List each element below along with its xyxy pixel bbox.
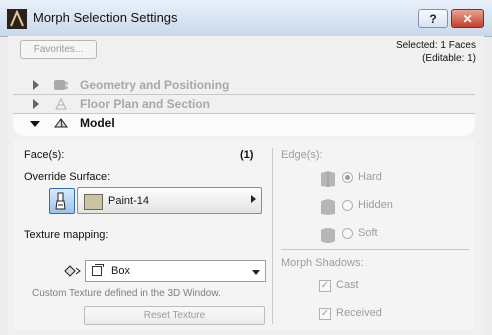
help-button[interactable]: ? xyxy=(418,9,448,28)
override-surface-label: Override Surface: xyxy=(24,171,111,183)
edge-label-soft: Soft xyxy=(358,227,378,239)
paint-brush-icon xyxy=(55,192,66,210)
texture-mapping-icon xyxy=(62,263,82,279)
section-label: Geometry and Positioning xyxy=(80,78,230,92)
section-floor-plan-and-section[interactable]: Floor Plan and Section xyxy=(13,95,475,114)
texture-mapping-label: Texture mapping: xyxy=(24,229,109,241)
model-icon xyxy=(53,116,69,130)
override-surface-toggle-button[interactable] xyxy=(49,188,75,214)
cast-shadow-label: Cast xyxy=(336,279,359,291)
hard-edge-icon xyxy=(320,170,336,188)
section-label: Model xyxy=(80,116,115,130)
received-shadow-label: Received xyxy=(336,307,382,319)
expand-arrow-icon xyxy=(33,99,39,109)
edge-radio-hidden[interactable] xyxy=(342,200,353,211)
texture-mapping-value: Box xyxy=(111,265,130,277)
faces-count: (1) xyxy=(240,149,254,161)
section-model[interactable]: Model xyxy=(13,114,475,136)
custom-texture-note: Custom Texture defined in the 3D Window. xyxy=(32,288,221,299)
collapse-arrow-icon xyxy=(30,121,40,127)
close-icon: ✕ xyxy=(462,11,473,26)
section-geometry-and-positioning[interactable]: Geometry and Positioning xyxy=(13,76,475,95)
help-icon: ? xyxy=(429,11,437,26)
hidden-edge-icon xyxy=(320,198,336,216)
surface-picker[interactable]: Paint-14 xyxy=(77,187,262,214)
faces-label: Face(s): xyxy=(24,149,65,161)
selection-info: Selected: 1 Faces (Editable: 1) xyxy=(396,39,476,65)
edge-label-hidden: Hidden xyxy=(358,199,393,211)
cast-shadow-checkbox[interactable]: ✓ xyxy=(319,280,331,292)
reset-texture-button[interactable]: Reset Texture xyxy=(84,306,265,325)
picker-arrow-icon xyxy=(251,195,256,203)
edge-label-hard: Hard xyxy=(358,171,382,183)
editable-count-text: (Editable: 1) xyxy=(422,53,476,64)
window-title: Morph Selection Settings xyxy=(33,10,178,25)
received-shadow-checkbox[interactable]: ✓ xyxy=(319,308,331,320)
section-label: Floor Plan and Section xyxy=(80,97,211,111)
geometry-icon xyxy=(53,78,69,92)
expand-arrow-icon xyxy=(33,80,39,90)
model-panel: Face(s): (1) Override Surface: Paint-14 … xyxy=(13,140,475,330)
dialog-body: Favorites... Selected: 1 Faces (Editable… xyxy=(8,36,484,335)
soft-edge-icon xyxy=(320,226,336,244)
edge-radio-soft[interactable] xyxy=(342,228,353,239)
favorites-button[interactable]: Favorites... xyxy=(20,40,97,59)
surface-swatch xyxy=(84,194,103,210)
column-divider xyxy=(272,148,273,324)
divider xyxy=(281,249,469,250)
floor-plan-icon xyxy=(53,97,69,111)
box-icon xyxy=(92,264,104,276)
edge-radio-hard[interactable] xyxy=(342,172,353,183)
edges-label: Edge(s): xyxy=(281,149,323,161)
title-bar: Morph Selection Settings ? ✕ xyxy=(0,0,492,37)
close-button[interactable]: ✕ xyxy=(451,9,484,28)
texture-mapping-select[interactable]: Box xyxy=(85,260,266,282)
surface-name: Paint-14 xyxy=(108,195,149,207)
chevron-down-icon xyxy=(252,270,260,275)
morph-shadows-label: Morph Shadows: xyxy=(281,257,364,269)
archicad-app-icon xyxy=(7,9,27,29)
selected-count-text: Selected: 1 Faces xyxy=(395,40,476,51)
